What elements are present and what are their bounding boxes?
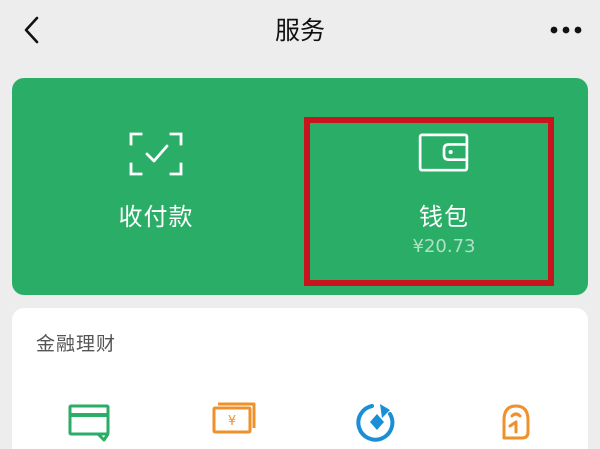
top-nav-bar: 服务 [0, 0, 600, 64]
pay-receive-tile[interactable]: 收付款 [12, 78, 300, 295]
finance-item-insurance[interactable] [490, 402, 544, 449]
wallet-icon [418, 133, 469, 172]
svg-text:¥: ¥ [228, 414, 236, 429]
finance-section-title: 金融理财 [36, 333, 117, 355]
wallet-tile[interactable]: 钱包 ¥20.73 [300, 78, 588, 295]
insurance-figure-icon [502, 404, 530, 440]
finance-card: 金融理财 ¥ [12, 308, 588, 449]
more-dots-icon [550, 26, 582, 34]
finance-item-wealth[interactable] [350, 402, 404, 449]
scan-check-icon [129, 132, 183, 176]
pay-receive-label: 收付款 [118, 203, 194, 231]
wallet-balance: ¥20.73 [412, 236, 476, 257]
banknote-yen-icon: ¥ [212, 402, 256, 434]
more-button[interactable] [546, 14, 586, 46]
pay-wallet-card: 收付款 钱包 ¥20.73 [12, 78, 588, 295]
services-page: 服务 收付款 钱包 ¥20.73 金融理财 ¥ [0, 0, 600, 449]
finance-item-credit-card[interactable] [66, 402, 120, 449]
finance-item-banknote[interactable]: ¥ [208, 402, 262, 449]
wealth-circle-icon [356, 404, 395, 442]
credit-card-icon [68, 404, 110, 442]
page-title: 服务 [274, 16, 325, 45]
wallet-label: 钱包 [419, 203, 469, 231]
